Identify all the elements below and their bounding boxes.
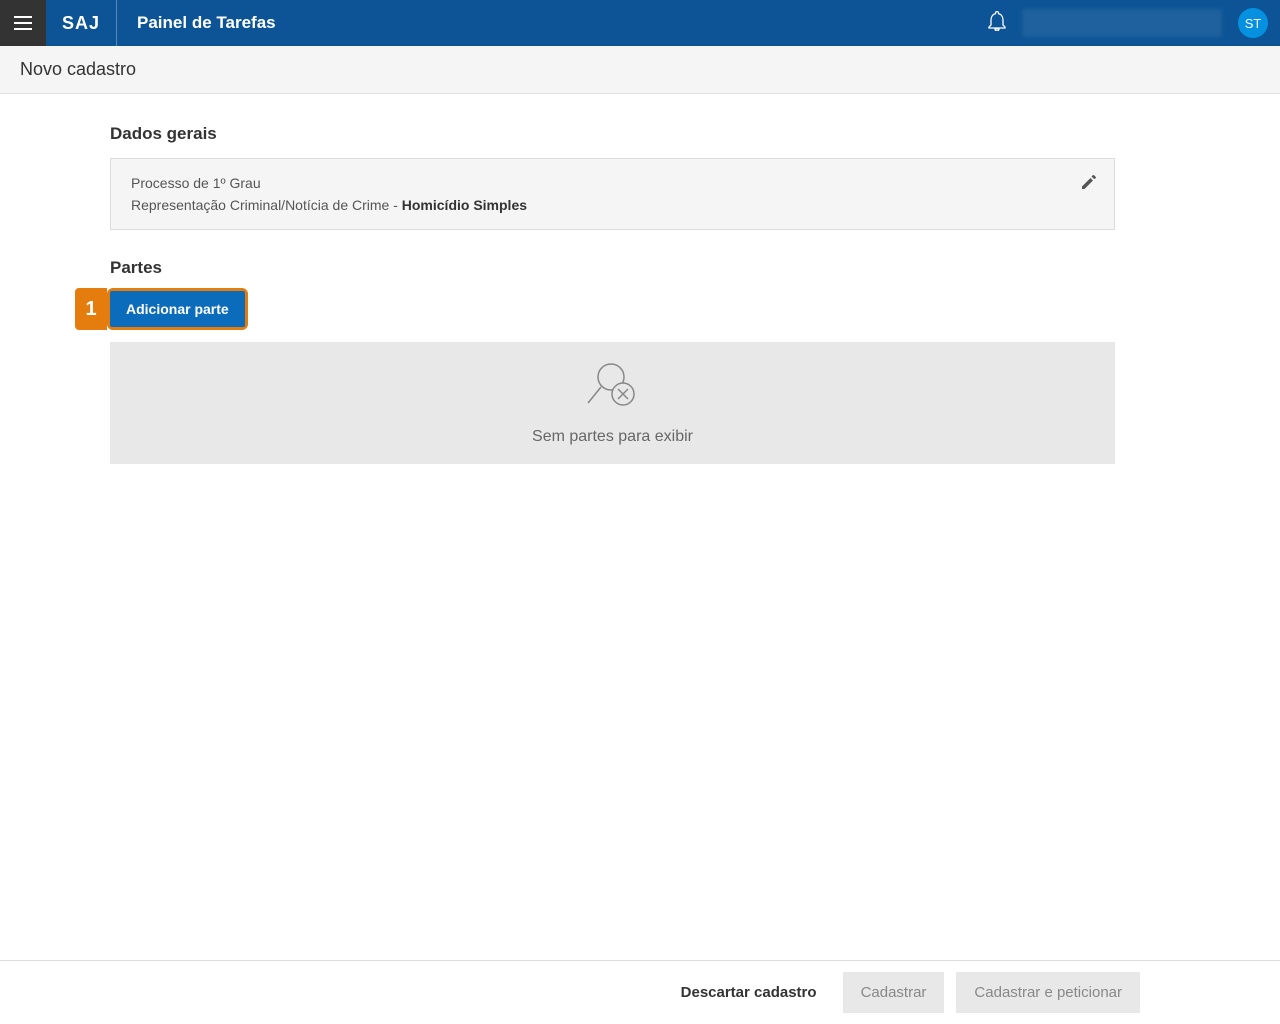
callout-highlight: 1 Adicionar parte: [75, 288, 248, 330]
main-content: Dados gerais Processo de 1º Grau Represe…: [110, 94, 1115, 464]
add-part-button[interactable]: Adicionar parte: [110, 291, 245, 327]
header-right: ST: [988, 8, 1280, 38]
footer: Descartar cadastro Cadastrar Cadastrar e…: [0, 960, 1280, 1024]
general-data-card: Processo de 1º Grau Representação Crimin…: [110, 158, 1115, 230]
parts-section: Partes 1 Adicionar parte Sem partes para…: [110, 258, 1115, 464]
callout-number: 1: [75, 288, 107, 330]
process-grade: Processo de 1º Grau: [131, 175, 1094, 191]
avatar[interactable]: ST: [1238, 8, 1268, 38]
register-petition-button[interactable]: Cadastrar e peticionar: [956, 972, 1140, 1013]
edit-icon[interactable]: [1080, 173, 1098, 196]
page-title: Painel de Tarefas: [117, 13, 276, 33]
process-type-prefix: Representação Criminal/Notícia de Crime …: [131, 197, 402, 213]
empty-state: Sem partes para exibir: [110, 342, 1115, 464]
process-type-bold: Homicídio Simples: [402, 197, 527, 213]
search-empty-icon: [583, 361, 643, 416]
subheader-title: Novo cadastro: [20, 59, 136, 80]
callout-button-wrap: Adicionar parte: [107, 288, 248, 330]
app-header: SAJ Painel de Tarefas ST: [0, 0, 1280, 46]
general-section-title: Dados gerais: [110, 124, 1115, 144]
user-info-blurred: [1022, 9, 1222, 37]
subheader: Novo cadastro: [0, 46, 1280, 94]
process-description: Representação Criminal/Notícia de Crime …: [131, 197, 1094, 213]
discard-button[interactable]: Descartar cadastro: [667, 974, 831, 1011]
bell-icon[interactable]: [988, 11, 1006, 36]
menu-button[interactable]: [0, 0, 46, 46]
register-button[interactable]: Cadastrar: [843, 972, 945, 1013]
parts-section-title: Partes: [110, 258, 1115, 278]
hamburger-icon: [14, 22, 32, 24]
empty-state-text: Sem partes para exibir: [532, 428, 693, 446]
app-logo: SAJ: [46, 0, 117, 46]
